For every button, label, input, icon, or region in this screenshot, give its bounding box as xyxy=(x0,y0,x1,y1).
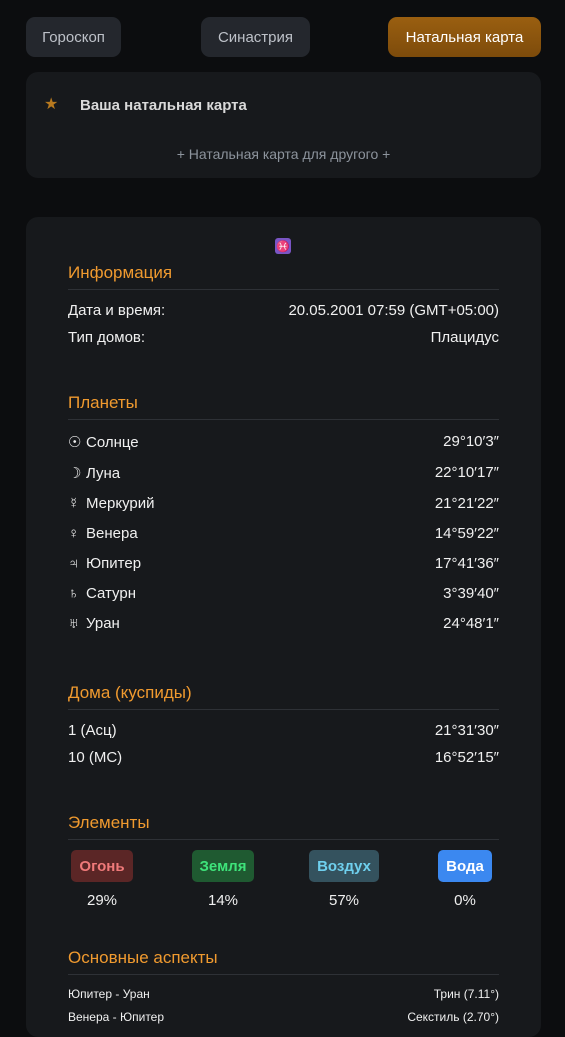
info-value: 20.05.2001 07:59 (GMT+05:00) xyxy=(288,302,499,319)
planet-value: 14°59′22″ xyxy=(434,525,499,542)
add-other-chart-link[interactable]: + Натальная карта для другого + xyxy=(26,146,541,162)
info-row: Дата и время: 20.05.2001 07:59 (GMT+05:0… xyxy=(68,302,499,319)
element-percent: 0% xyxy=(454,892,476,909)
planet-row-uranus: ♅ Уран 24°48′1″ xyxy=(68,615,499,632)
natal-chart-tab[interactable]: Натальная карта xyxy=(388,17,541,57)
info-section-title: Информация xyxy=(68,263,499,290)
aspect-pair: Юпитер - Уран xyxy=(68,987,150,1001)
mercury-icon: ☿ xyxy=(68,495,80,512)
house-label: 1 (Асц) xyxy=(68,722,117,739)
planet-name: Уран xyxy=(86,615,120,632)
planet-name: Венера xyxy=(86,525,138,542)
info-label: Тип домов: xyxy=(68,329,146,346)
planets-section-title: Планеты xyxy=(68,393,499,420)
planet-value: 24°48′1″ xyxy=(443,615,499,632)
sun-icon: ☉ xyxy=(68,434,82,451)
venus-icon: ♀ xyxy=(68,525,80,542)
element-percent: 14% xyxy=(207,892,239,909)
planet-row-saturn: ♄ Сатурн 3°39′40″ xyxy=(68,585,499,602)
aspects-section: Основные аспекты Юпитер - Уран Трин (7.1… xyxy=(68,948,499,1024)
element-earth: Земля 14% xyxy=(189,850,257,909)
saturn-icon: ♄ xyxy=(68,585,80,602)
house-row: 1 (Асц) 21°31′30″ xyxy=(68,722,499,739)
planet-row-mercury: ☿ Меркурий 21°21′22″ xyxy=(68,495,499,512)
info-label: Дата и время: xyxy=(68,302,166,319)
planet-value: 22°10′17″ xyxy=(434,464,499,481)
planet-row-venus: ♀ Венера 14°59′22″ xyxy=(68,525,499,542)
element-badge: Земля xyxy=(191,850,255,882)
horoscope-tab[interactable]: Гороскоп xyxy=(26,17,121,57)
planet-name: Юпитер xyxy=(86,555,142,572)
my-chart-title[interactable]: Ваша натальная карта xyxy=(80,97,247,114)
elements-section-title: Элементы xyxy=(68,813,499,840)
element-percent: 57% xyxy=(328,892,360,909)
planet-row-sun: ☉ Солнце 29°10′3″ xyxy=(68,433,499,451)
aspects-section-title: Основные аспекты xyxy=(68,948,499,975)
element-badge: Вода xyxy=(438,850,492,882)
my-chart-card: ★ Ваша натальная карта + Натальная карта… xyxy=(26,72,541,178)
synastry-tab[interactable]: Синастрия xyxy=(201,17,310,57)
element-fire: Огонь 29% xyxy=(68,850,136,909)
planet-row-moon: ☽ Луна 22°10′17″ xyxy=(68,464,499,482)
houses-section: Дома (куспиды) 1 (Асц) 21°31′30″ 10 (MC)… xyxy=(68,683,499,766)
planet-value: 17°41′36″ xyxy=(434,555,499,572)
info-row: Тип домов: Плацидус xyxy=(68,329,499,346)
element-badge: Воздух xyxy=(309,850,379,882)
planet-name: Сатурн xyxy=(86,585,137,602)
aspect-row: Юпитер - Уран Трин (7.11°) xyxy=(68,987,499,1001)
top-navigation: Гороскоп Синастрия Натальная карта xyxy=(26,17,541,57)
aspect-type: Секстиль (2.70°) xyxy=(407,1010,499,1024)
planet-name: Меркурий xyxy=(86,495,155,512)
planet-value: 29°10′3″ xyxy=(443,433,499,450)
aspect-type: Трин (7.11°) xyxy=(433,987,499,1001)
info-value: Плацидус xyxy=(430,329,499,346)
uranus-icon: ♅ xyxy=(68,615,80,632)
planet-row-jupiter: ♃ Юпитер 17°41′36″ xyxy=(68,555,499,572)
aspect-row: Венера - Юпитер Секстиль (2.70°) xyxy=(68,1010,499,1024)
planet-value: 3°39′40″ xyxy=(443,585,499,602)
house-value: 21°31′30″ xyxy=(434,722,499,739)
planet-name: Луна xyxy=(86,465,121,482)
pisces-sign-icon: ♓ xyxy=(275,238,291,254)
planet-value: 21°21′22″ xyxy=(434,495,499,512)
aspect-pair: Венера - Юпитер xyxy=(68,1010,165,1024)
jupiter-icon: ♃ xyxy=(68,555,80,572)
element-air: Воздух 57% xyxy=(309,850,379,909)
house-label: 10 (MC) xyxy=(68,749,123,766)
star-icon: ★ xyxy=(44,96,59,113)
planet-name: Солнце xyxy=(86,434,139,451)
element-water: Вода 0% xyxy=(431,850,499,909)
elements-section: Элементы Огонь 29% Земля 14% Воздух 57% … xyxy=(68,813,499,909)
element-badge: Огонь xyxy=(71,850,133,882)
planets-section: Планеты ☉ Солнце 29°10′3″ ☽ Луна 22°10′17″… xyxy=(68,393,499,632)
houses-section-title: Дома (куспиды) xyxy=(68,683,499,710)
moon-icon: ☽ xyxy=(68,465,82,482)
house-row: 10 (MC) 16°52′15″ xyxy=(68,749,499,766)
house-value: 16°52′15″ xyxy=(434,749,499,766)
info-section: Информация Дата и время: 20.05.2001 07:5… xyxy=(68,263,499,346)
natal-chart-details: ♓ Информация Дата и время: 20.05.2001 07… xyxy=(26,217,541,1037)
element-percent: 29% xyxy=(86,892,118,909)
